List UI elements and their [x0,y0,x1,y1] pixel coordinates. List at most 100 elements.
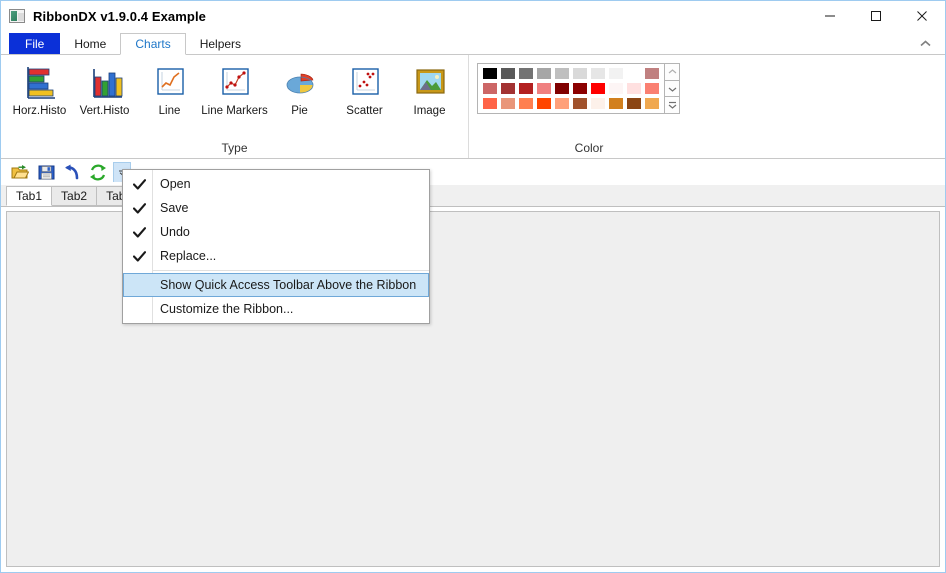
menu-item-label: Open [160,177,191,191]
ribbon-group-type-items: Horz.Histo Vert.Histo Line Line Markers … [1,55,468,138]
color-palette-row [483,68,659,79]
window-controls [807,1,945,31]
qat-open-button[interactable] [7,161,33,183]
minimize-button[interactable] [807,1,853,31]
window-title: RibbonDX v1.9.0.4 Example [33,8,207,24]
chart-button-label: Vert.Histo [79,105,130,117]
color-swatch[interactable] [483,83,497,94]
color-swatch[interactable] [555,83,569,94]
color-swatch[interactable] [537,68,551,79]
pie-chart-icon [281,64,319,102]
check-icon [124,178,154,190]
chart-button-label: Pie [291,105,308,117]
palette-open-gallery-button[interactable] [665,97,679,114]
color-swatch[interactable] [483,68,497,79]
menu-separator [152,270,429,271]
chart-button-line[interactable]: Line [137,60,202,117]
color-swatch[interactable] [591,98,605,109]
color-swatch[interactable] [609,83,623,94]
color-swatch[interactable] [501,68,515,79]
collapse-ribbon-button[interactable] [915,33,935,53]
color-swatch[interactable] [627,98,641,109]
qat-save-button[interactable] [33,161,59,183]
chart-button-label: Line Markers [201,105,268,117]
color-swatch[interactable] [573,83,587,94]
palette-scroll-up-button[interactable] [665,64,679,81]
color-swatch[interactable] [645,83,659,94]
close-button[interactable] [899,1,945,31]
quick-access-toolbar-menu: Open Save Undo Replace... Show Quick Acc… [122,169,430,324]
vertical-histogram-icon [86,64,124,102]
chart-button-image[interactable]: Image [397,60,462,117]
color-swatch[interactable] [519,98,533,109]
chart-button-label: Line [158,105,181,117]
check-icon [124,226,154,238]
color-swatch[interactable] [501,83,515,94]
color-palette-row [483,83,659,94]
color-palette-row [483,98,659,109]
color-swatch[interactable] [519,83,533,94]
chart-button-pie[interactable]: Pie [267,60,332,117]
color-swatch[interactable] [645,68,659,79]
qat-undo-button[interactable] [59,161,85,183]
menu-item-label: Save [160,201,189,215]
menu-item-undo[interactable]: Undo [123,220,429,244]
color-swatch[interactable] [573,68,587,79]
menu-item-open[interactable]: Open [123,172,429,196]
color-swatch[interactable] [591,68,605,79]
chart-button-scatter[interactable]: Scatter [332,60,397,117]
color-swatch[interactable] [627,68,641,79]
document-tab-tab1[interactable]: Tab1 [6,186,53,206]
ribbon-tab-bar: File Home Charts Helpers [1,31,945,55]
color-gallery-scrollbar [665,63,680,114]
color-swatch[interactable] [573,98,587,109]
color-swatch[interactable] [501,98,515,109]
document-tab-tab2[interactable]: Tab2 [51,186,98,206]
title-bar: RibbonDX v1.9.0.4 Example [1,1,945,31]
menu-item-label: Customize the Ribbon... [160,302,294,316]
menu-item-replace[interactable]: Replace... [123,244,429,268]
ribbon-group-label-type: Type [221,141,248,155]
menu-item-customize-ribbon[interactable]: Customize the Ribbon... [123,297,429,321]
palette-scroll-down-button[interactable] [665,80,679,98]
chart-button-label: Scatter [346,105,383,117]
color-swatch[interactable] [555,68,569,79]
color-swatch[interactable] [645,98,659,109]
check-icon [124,202,154,214]
chart-button-label: Horz.Histo [12,105,67,117]
application-window: RibbonDX v1.9.0.4 Example File Home Char… [0,0,946,573]
chart-button-vert-histo[interactable]: Vert.Histo [72,60,137,117]
menu-item-show-qat-above-ribbon[interactable]: Show Quick Access Toolbar Above the Ribb… [123,273,429,297]
color-swatch[interactable] [591,83,605,94]
ribbon-group-type: Horz.Histo Vert.Histo Line Line Markers … [1,55,468,158]
menu-item-label: Undo [160,225,190,239]
color-palette [477,63,665,114]
ribbon-group-color: Color [468,55,709,158]
horizontal-histogram-icon [21,64,59,102]
color-swatch[interactable] [609,98,623,109]
qat-replace-button[interactable] [85,161,111,183]
ribbon-group-color-items [469,55,709,138]
check-icon [124,250,154,262]
chart-button-line-markers[interactable]: Line Markers [201,60,268,117]
menu-item-save[interactable]: Save [123,196,429,220]
scatter-chart-icon [346,64,384,102]
ribbon-tab-file[interactable]: File [9,33,61,55]
ribbon-panel: Horz.Histo Vert.Histo Line Line Markers … [1,54,945,159]
color-gallery [477,63,680,114]
chart-button-horz-histo[interactable]: Horz.Histo [7,60,72,117]
color-swatch[interactable] [555,98,569,109]
color-swatch[interactable] [483,98,497,109]
ribbon-tab-helpers[interactable]: Helpers [186,33,255,55]
color-swatch[interactable] [519,68,533,79]
color-swatch[interactable] [537,98,551,109]
color-swatch[interactable] [627,83,641,94]
ribbon-tab-home[interactable]: Home [60,33,120,55]
ribbon-group-label-color: Color [574,141,604,155]
color-swatch[interactable] [609,68,623,79]
line-chart-icon [151,64,189,102]
color-swatch[interactable] [537,83,551,94]
ribbon-tab-charts[interactable]: Charts [120,33,186,55]
maximize-button[interactable] [853,1,899,31]
chart-button-label: Image [413,105,446,117]
